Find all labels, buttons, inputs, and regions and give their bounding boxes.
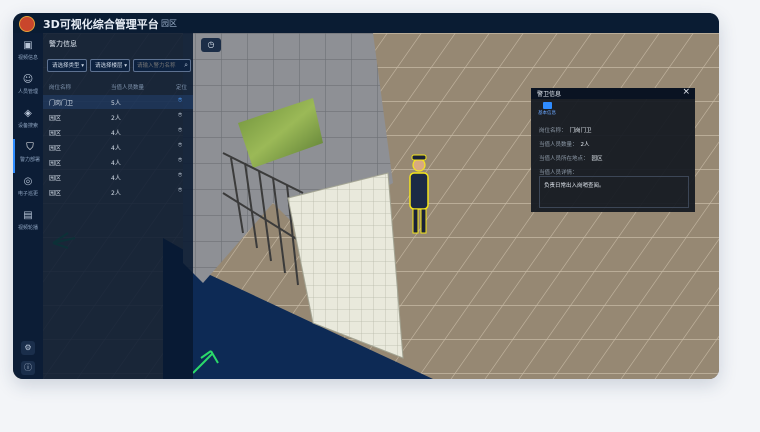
field-post-name: 岗位名称： 门岗门卫 <box>539 126 592 134</box>
search-box[interactable]: ⌕ <box>133 59 191 72</box>
search-icon[interactable]: ⌕ <box>184 61 188 70</box>
type-select-value: 请选择类型 <box>52 63 80 69</box>
location-pin-icon[interactable]: ⌾ <box>178 156 182 165</box>
app-title: 3D可视化综合管理平台 <box>43 18 159 31</box>
location-pin-icon[interactable]: ⌾ <box>178 111 182 120</box>
shield-icon: ⛉ <box>26 142 34 153</box>
field-value: 园区 <box>591 156 603 162</box>
location-pin-icon[interactable]: ⌾ <box>178 96 182 105</box>
person-icon: ☺ <box>22 74 34 85</box>
field-value: 2人 <box>580 142 590 148</box>
top-bar: 3D可视化综合管理平台 园区 <box>13 13 719 33</box>
column-header: 定位 <box>176 85 188 91</box>
chevron-down-icon: ▾ <box>122 63 128 69</box>
breadcrumb[interactable]: 园区 <box>161 18 177 29</box>
field-on-duty-detail: 当值人员详情： <box>539 168 578 176</box>
table-row[interactable]: 园区 2人 ⌾ <box>43 110 193 124</box>
clock-icon: ◷ <box>207 40 215 49</box>
table-row[interactable]: 园区 4人 ⌾ <box>43 155 193 169</box>
location-pin-icon[interactable]: ⌾ <box>178 126 182 135</box>
row-count: 2人 <box>111 115 121 122</box>
view-toggle-button[interactable]: ◷ <box>201 38 221 52</box>
tab-basic-info[interactable]: 基本信息 <box>537 102 557 118</box>
column-header: 当值人员数量 <box>111 85 145 91</box>
sidebar-item-label: 视频信息 <box>17 55 38 61</box>
video-icon: ▣ <box>23 40 33 51</box>
row-name: 园区 <box>49 130 62 137</box>
popup-title: 警卫信息 <box>537 91 562 98</box>
row-count: 5人 <box>111 100 121 107</box>
field-on-duty-location: 当值人员所在地点： 园区 <box>539 154 603 162</box>
row-name: 园区 <box>49 160 62 167</box>
sidebar-item-video[interactable]: ▣ 视频信息 <box>13 37 43 71</box>
id-card-icon <box>542 102 552 109</box>
sidebar-item-police[interactable]: ⛉ 警力部署 <box>13 139 45 173</box>
location-pin-icon[interactable]: ⌾ <box>178 186 182 195</box>
sidebar-item-personnel[interactable]: ☺ 人员管理 <box>13 71 43 105</box>
sidebar: ▣ 视频信息 ☺ 人员管理 ◈ 设备搜索 ⛉ 警力部署 ◎ 电子巡更 ▤ 视频轮… <box>13 33 43 379</box>
table-row[interactable]: 园区 4人 ⌾ <box>43 125 193 139</box>
sidebar-item-label: 人员管理 <box>17 89 38 95</box>
table-row[interactable]: 门岗门卫 5人 ⌾ <box>43 95 193 109</box>
type-select[interactable]: 请选择类型 ▾ <box>47 59 87 72</box>
field-value: 门岗门卫 <box>569 128 592 134</box>
table-row[interactable]: 园区 4人 ⌾ <box>43 170 193 184</box>
guard-info-popup: 警卫信息 × 基本信息 岗位名称： 门岗门卫 当值人员数量： 2人 当值人员所在地点… <box>531 87 695 212</box>
close-icon[interactable]: × <box>682 87 690 97</box>
location-pin-icon[interactable]: ⌾ <box>178 141 182 150</box>
row-name: 园区 <box>49 115 62 122</box>
field-key: 岗位名称： <box>539 128 567 134</box>
carousel-icon: ▤ <box>23 210 33 221</box>
table-row[interactable]: 园区 4人 ⌾ <box>43 140 193 154</box>
app-logo-icon <box>19 16 35 32</box>
tab-label: 基本信息 <box>538 111 556 116</box>
row-count: 4人 <box>111 160 121 167</box>
popup-header: 警卫信息 × <box>531 87 695 99</box>
row-name: 园区 <box>49 145 62 152</box>
row-count: 4人 <box>111 175 121 182</box>
row-count: 2人 <box>111 190 121 197</box>
row-name: 园区 <box>49 175 62 182</box>
search-input[interactable] <box>137 61 179 71</box>
sidebar-item-device[interactable]: ◈ 设备搜索 <box>13 105 43 139</box>
device-icon: ◈ <box>24 108 32 119</box>
sidebar-item-patrol[interactable]: ◎ 电子巡更 <box>13 173 43 207</box>
location-pin-icon[interactable]: ⌾ <box>178 171 182 180</box>
field-key: 当值人员所在地点： <box>539 156 589 162</box>
sidebar-item-label: 电子巡更 <box>17 191 38 197</box>
row-name: 园区 <box>49 190 62 197</box>
column-header: 岗位名称 <box>49 85 72 91</box>
row-count: 4人 <box>111 130 121 137</box>
sidebar-item-label: 设备搜索 <box>17 123 38 129</box>
police-info-panel: 警力信息 请选择类型 ▾ 请选择楼层 ▾ ⌕ 岗位名称 当值人员数量 定位 门岗… <box>43 33 193 379</box>
sidebar-item-carousel[interactable]: ▤ 视频轮播 <box>13 207 43 241</box>
sidebar-item-label: 视频轮播 <box>17 225 38 231</box>
table-row[interactable]: 园区 2人 ⌾ <box>43 185 193 199</box>
field-key: 当值人员数量： <box>539 142 578 148</box>
floor-select[interactable]: 请选择楼层 ▾ <box>90 59 130 72</box>
info-icon[interactable]: ⓘ <box>21 361 35 375</box>
table-header: 岗位名称 当值人员数量 定位 <box>43 81 193 93</box>
app-window: 3D可视化综合管理平台 园区 ▣ 视频信息 ☺ 人员管理 ◈ 设备搜索 ⛉ 警力… <box>13 13 719 379</box>
detail-textbox[interactable]: 负责日常出入岗哨查阅。 <box>539 176 689 208</box>
field-on-duty-count: 当值人员数量： 2人 <box>539 140 590 148</box>
row-name: 门岗门卫 <box>49 100 74 107</box>
chevron-down-icon: ▾ <box>79 63 85 69</box>
floor-select-value: 请选择楼层 <box>95 63 123 69</box>
settings-icon[interactable]: ⚙ <box>21 341 35 355</box>
sidebar-item-label: 警力部署 <box>19 157 40 163</box>
panel-title: 警力信息 <box>49 40 77 48</box>
row-count: 4人 <box>111 145 121 152</box>
location-icon: ◎ <box>23 176 33 187</box>
